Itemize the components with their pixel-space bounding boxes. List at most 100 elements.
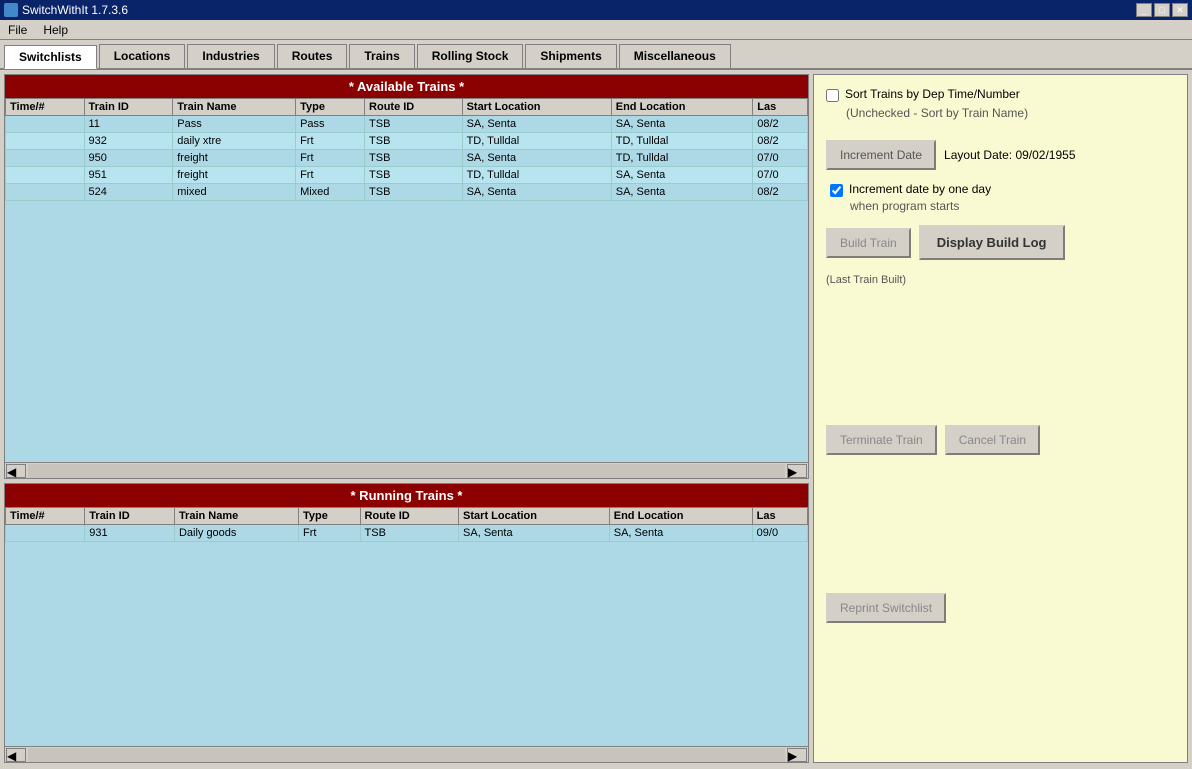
cell-start: SA, Senta [462,150,611,167]
cell-id: 524 [84,184,173,201]
available-trains-table: Time/# Train ID Train Name Type Route ID… [5,98,808,201]
increment-date-row: Increment Date Layout Date: 09/02/1955 [826,140,1175,170]
table-row[interactable]: 931 Daily goods Frt TSB SA, Senta SA, Se… [6,525,808,542]
cell-name: daily xtre [173,133,296,150]
file-menu[interactable]: File [4,23,31,37]
table-row[interactable]: 950 freight Frt TSB SA, Senta TD, Tullda… [6,150,808,167]
main-content: * Available Trains * Time/# Train ID Tra… [0,70,1192,767]
running-trains-scrollbar[interactable]: ◀ ▶ [5,746,808,762]
increment-date-button[interactable]: Increment Date [826,140,936,170]
running-trains-table-container: Time/# Train ID Train Name Type Route ID… [5,507,808,746]
cell-route: TSB [365,133,463,150]
cell-name: mixed [173,184,296,201]
table-row[interactable]: 524 mixed Mixed TSB SA, Senta SA, Senta … [6,184,808,201]
cell-las-r: 09/0 [752,525,807,542]
sort-checkbox-label[interactable]: Sort Trains by Dep Time/Number [845,87,1020,101]
tab-locations[interactable]: Locations [99,44,186,68]
cell-end: SA, Senta [611,167,752,184]
build-train-row: Build Train Display Build Log [826,225,1175,260]
cell-time [6,167,85,184]
close-button[interactable]: ✕ [1172,3,1188,17]
cell-name-r: Daily goods [174,525,298,542]
cell-start: TD, Tulldal [462,133,611,150]
reprint-row: Reprint Switchlist [826,593,1175,623]
scrollbar-track-r[interactable] [28,748,785,762]
sort-checkbox-row: Sort Trains by Dep Time/Number [826,87,1175,102]
cell-end: SA, Senta [611,184,752,201]
available-trains-section: * Available Trains * Time/# Train ID Tra… [4,74,809,479]
col-las-r: Las [752,508,807,525]
nav-tabs: Switchlists Locations Industries Routes … [0,40,1192,70]
tab-industries[interactable]: Industries [187,44,274,68]
display-build-log-button[interactable]: Display Build Log [919,225,1065,260]
cell-type: Frt [296,133,365,150]
cell-name: Pass [173,116,296,133]
cell-start-r: SA, Senta [459,525,610,542]
col-type-r: Type [299,508,361,525]
cell-time [6,133,85,150]
cell-route: TSB [365,184,463,201]
scrollbar-right-btn-r[interactable]: ▶ [787,748,807,762]
table-row[interactable]: 951 freight Frt TSB TD, Tulldal SA, Sent… [6,167,808,184]
col-las: Las [753,99,808,116]
increment-daily-hint: when program starts [830,199,1175,213]
build-train-button[interactable]: Build Train [826,228,911,258]
available-trains-table-container: Time/# Train ID Train Name Type Route ID… [5,98,808,462]
cell-las: 08/2 [753,116,808,133]
cell-id-r: 931 [85,525,175,542]
scrollbar-track[interactable] [28,464,785,478]
cell-start: TD, Tulldal [462,167,611,184]
scrollbar-right-btn[interactable]: ▶ [787,464,807,478]
cell-route: TSB [365,116,463,133]
table-row[interactable]: 11 Pass Pass TSB SA, Senta SA, Senta 08/… [6,116,808,133]
available-trains-scrollbar[interactable]: ◀ ▶ [5,462,808,478]
col-train-id: Train ID [84,99,173,116]
cell-start: SA, Senta [462,116,611,133]
cell-id: 951 [84,167,173,184]
sort-unchecked-hint: (Unchecked - Sort by Train Name) [826,106,1175,120]
terminate-train-button[interactable]: Terminate Train [826,425,937,455]
tab-routes[interactable]: Routes [277,44,348,68]
layout-date-value: 09/02/1955 [1015,148,1075,162]
col-route-id: Route ID [365,99,463,116]
available-trains-header-row: Time/# Train ID Train Name Type Route ID… [6,99,808,116]
cell-route-r: TSB [360,525,459,542]
cell-end: TD, Tulldal [611,150,752,167]
cell-type: Frt [296,150,365,167]
cell-type: Frt [296,167,365,184]
available-trains-header: * Available Trains * [5,75,808,98]
scrollbar-left-btn[interactable]: ◀ [6,464,26,478]
terminate-cancel-row: Terminate Train Cancel Train [826,425,1175,455]
increment-daily-label[interactable]: Increment date by one day [849,182,991,196]
cell-route: TSB [365,167,463,184]
right-panel: Sort Trains by Dep Time/Number (Unchecke… [813,74,1188,763]
cell-start: SA, Senta [462,184,611,201]
scrollbar-left-btn-r[interactable]: ◀ [6,748,26,762]
table-row[interactable]: 932 daily xtre Frt TSB TD, Tulldal TD, T… [6,133,808,150]
cell-id: 950 [84,150,173,167]
col-end-location: End Location [611,99,752,116]
cell-las: 07/0 [753,150,808,167]
cell-las: 08/2 [753,184,808,201]
maximize-button[interactable]: □ [1154,3,1170,17]
tab-shipments[interactable]: Shipments [525,44,616,68]
cell-type: Mixed [296,184,365,201]
cell-time [6,150,85,167]
tab-trains[interactable]: Trains [349,44,414,68]
col-end-location-r: End Location [609,508,752,525]
available-trains-body: 11 Pass Pass TSB SA, Senta SA, Senta 08/… [6,116,808,201]
app-icon [4,3,18,17]
col-type: Type [296,99,365,116]
spacer2 [826,467,1175,582]
spacer [826,298,1175,413]
help-menu[interactable]: Help [39,23,72,37]
cancel-train-button[interactable]: Cancel Train [945,425,1040,455]
reprint-switchlist-button[interactable]: Reprint Switchlist [826,593,946,623]
sort-checkbox[interactable] [826,89,839,102]
tab-switchlists[interactable]: Switchlists [4,45,97,69]
cell-id: 932 [84,133,173,150]
minimize-button[interactable]: _ [1136,3,1152,17]
tab-rolling-stock[interactable]: Rolling Stock [417,44,524,68]
tab-miscellaneous[interactable]: Miscellaneous [619,44,731,68]
increment-daily-checkbox[interactable] [830,184,843,197]
